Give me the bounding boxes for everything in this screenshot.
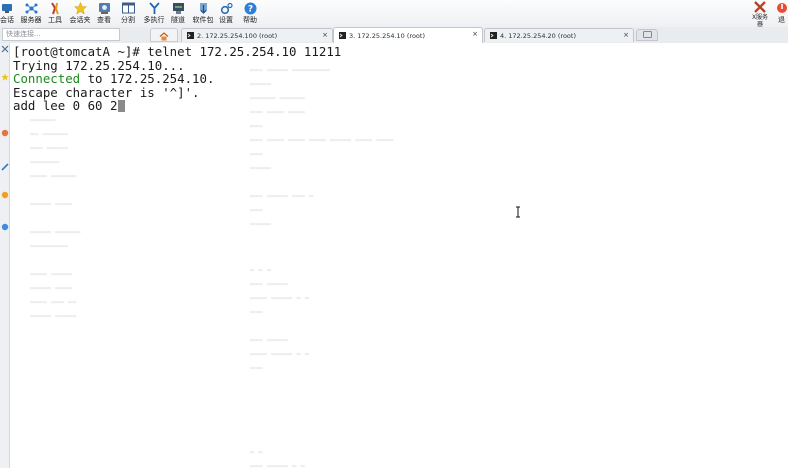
star-icon	[73, 1, 87, 15]
new-tab-icon	[642, 30, 652, 40]
view-icon	[97, 1, 111, 15]
server-icon	[24, 1, 38, 15]
x-server-button[interactable]: X服务器	[748, 0, 772, 28]
multi-exec-button[interactable]: 多执行	[142, 0, 166, 27]
tools-icon	[48, 1, 62, 15]
text-cursor	[118, 100, 126, 113]
close-icon[interactable]: ×	[623, 31, 629, 39]
collapse-icon[interactable]	[0, 45, 9, 55]
terminal-tab-icon	[339, 32, 346, 39]
server-button[interactable]: 服务器	[19, 0, 43, 27]
close-icon[interactable]: ×	[322, 31, 328, 39]
transfer-icon[interactable]	[0, 223, 9, 233]
tab-session-4[interactable]: 4. 172.25.254.20 (root) ×	[484, 28, 634, 42]
macro-icon[interactable]	[0, 163, 9, 173]
settings-button[interactable]: 设置	[218, 0, 234, 27]
split-icon	[121, 1, 135, 15]
terminal-input-line[interactable]: add lee 0 60 2	[13, 99, 341, 113]
tab-session-3[interactable]: 3. 172.25.254.10 (root) ×	[333, 27, 483, 43]
view-button[interactable]: 查看	[96, 0, 112, 27]
terminal-line: Trying 172.25.254.10...	[13, 57, 185, 73]
terminal-tab-icon	[490, 32, 497, 39]
session-tab-bar: 快速连接... 2. 172.25.254.100 (root) × 3. 17…	[0, 27, 788, 44]
bookmark-star-icon[interactable]	[0, 73, 9, 83]
tool-icon[interactable]	[0, 129, 9, 139]
tools-button[interactable]: 工具	[47, 0, 63, 27]
terminal-line: Connected to 172.25.254.10.	[13, 71, 215, 87]
svg-text:?: ?	[247, 4, 252, 14]
home-tab[interactable]	[150, 28, 178, 42]
tab-session-2[interactable]: 2. 172.25.254.100 (root) ×	[181, 28, 333, 42]
terminal-output: [root@tomcatA ~]# telnet 172.25.254.10 1…	[13, 45, 341, 113]
ghost-background-lower: ▬ ▬ ▬ ▬▬▬ ▬▬▬▬▬ ▬▬▬▬ ▬▬▬▬▬ ▬ ▬ ▬▬▬ ▬▬▬ ▬…	[250, 266, 310, 468]
split-button[interactable]: 分割	[120, 0, 136, 27]
tunnel-icon	[171, 1, 185, 15]
session-icon	[0, 1, 14, 15]
close-icon[interactable]: ×	[472, 30, 478, 38]
main-toolbar: 会话 服务器 工具 会话夹 查看 分割 多执行 隧道 软件包 设置 ? 帮助 X…	[0, 0, 788, 28]
help-icon: ?	[243, 1, 257, 15]
quick-connect-input[interactable]: 快速连接...	[2, 28, 120, 41]
package-icon	[196, 1, 210, 15]
terminal-line: [root@tomcatA ~]# telnet 172.25.254.10 1…	[13, 44, 342, 59]
terminal-line: Escape character is '^]'.	[13, 84, 200, 100]
multi-exec-icon	[147, 1, 161, 15]
terminal-tab-icon	[187, 32, 194, 39]
exit-button[interactable]: 退	[775, 0, 788, 27]
tunnel-button[interactable]: 隧道	[170, 0, 186, 27]
sftp-icon[interactable]	[0, 191, 9, 201]
home-icon	[159, 26, 169, 45]
package-button[interactable]: 软件包	[191, 0, 215, 27]
exit-icon	[775, 1, 788, 15]
ghost-background: ▬▬▬▬▬▬ ▬▬ ▬▬▬▬▬▬ ▬▬▬ ▬▬▬▬▬ ▬▬▬▬▬▬▬ ▬▬▬▬ …	[30, 116, 81, 320]
x-server-area: X服务器 退	[748, 0, 788, 28]
new-tab-button[interactable]	[636, 29, 658, 41]
session-button[interactable]: 会话	[0, 0, 14, 27]
x-server-icon	[753, 1, 767, 13]
settings-icon	[219, 1, 233, 15]
favorites-button[interactable]: 会话夹	[68, 0, 92, 27]
side-panel-strip	[0, 43, 10, 468]
ibeam-cursor-icon	[515, 203, 521, 218]
terminal-pane[interactable]: ▬▬▬▬▬▬ ▬▬ ▬▬▬▬▬▬ ▬▬▬ ▬▬▬▬▬ ▬▬▬▬▬▬▬ ▬▬▬▬ …	[10, 43, 788, 468]
help-button[interactable]: ? 帮助	[242, 0, 258, 27]
